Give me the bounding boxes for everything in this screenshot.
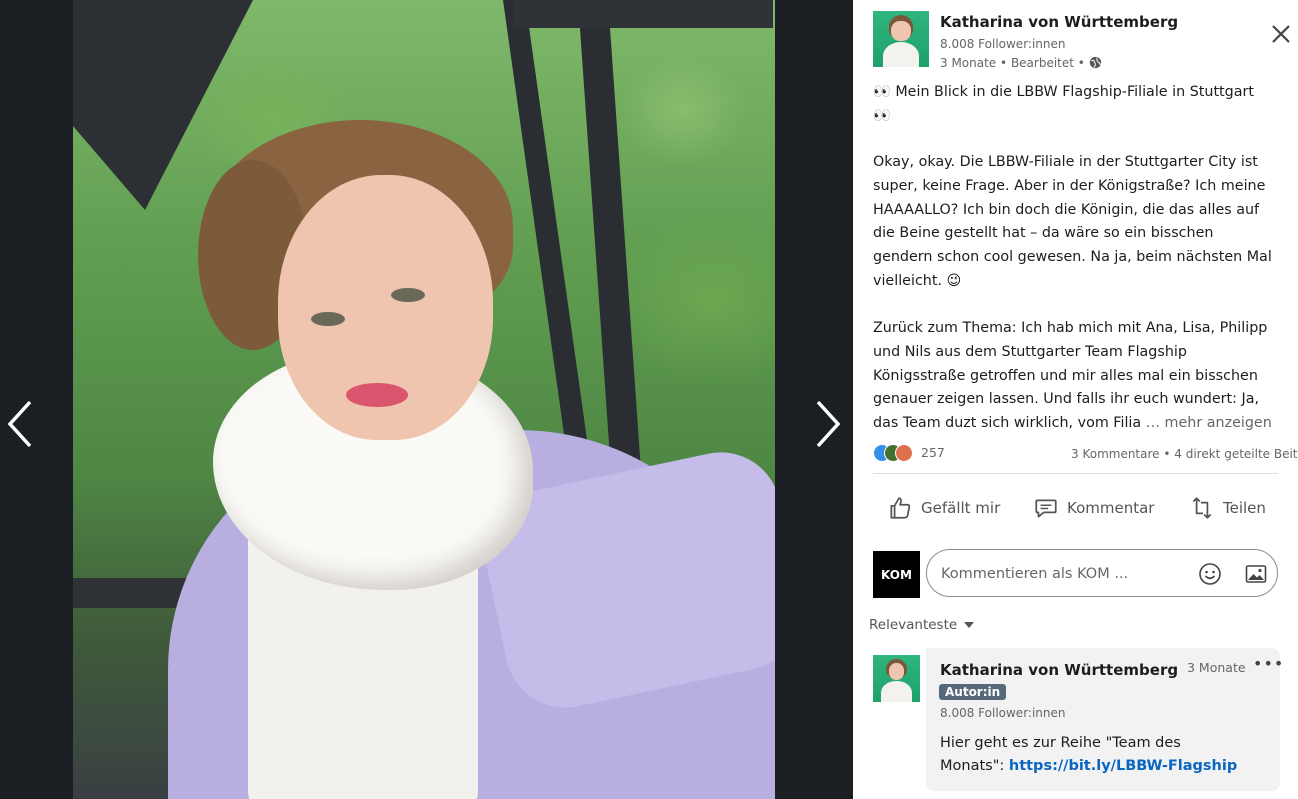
edited-label: Bearbeitet <box>1010 56 1074 70</box>
author-followers: 8.008 Follower:innen <box>940 37 1066 51</box>
comment-icon <box>1035 499 1057 518</box>
image-icon[interactable] <box>1244 562 1268 586</box>
comment-options-button[interactable]: ••• <box>1253 654 1284 673</box>
caret-down-icon <box>964 622 975 628</box>
previous-button[interactable] <box>6 396 34 452</box>
comment-author-name[interactable]: Katharina von Württemberg <box>940 661 1178 679</box>
author-name[interactable]: Katharina von Württemberg <box>940 13 1178 31</box>
comment-card: Katharina von Württemberg Autor:in 8.008… <box>926 648 1283 791</box>
comment-input[interactable] <box>939 562 1183 586</box>
sort-dropdown[interactable]: Relevanteste <box>869 617 975 633</box>
reaction-count: 257 <box>921 445 945 460</box>
eye <box>391 288 425 302</box>
post-title-line: 👀 Mein Blick in die LBBW Flagship-Filial… <box>873 84 1254 124</box>
commenter-avatar: KOM <box>873 551 920 598</box>
engagement-counts: 3 Kommentare • 4 direkt geteilte Beiträg… <box>1071 447 1298 461</box>
post-paragraph-2: Zurück zum Thema: Ich hab mich mit Ana, … <box>873 317 1273 436</box>
comment-author-followers: 8.008 Follower:innen <box>940 706 1066 720</box>
globe-icon <box>1089 56 1101 69</box>
chevron-left-icon <box>7 400 32 448</box>
comment-box[interactable] <box>926 549 1278 597</box>
share-button[interactable]: Teilen <box>1189 490 1266 526</box>
thumbs-up-icon <box>890 497 911 519</box>
next-button[interactable] <box>814 396 842 452</box>
comment-text: Hier geht es zur Reihe "Team des Monats"… <box>940 735 1238 774</box>
shares-count[interactable]: 4 direkt geteilte Beiträge <box>1174 447 1298 461</box>
chevron-right-icon <box>816 400 841 448</box>
post-panel: Katharina von Württemberg 8.008 Follower… <box>853 0 1298 799</box>
divider <box>873 473 1278 474</box>
like-button[interactable]: Gefällt mir <box>887 490 1000 526</box>
comment-time: 3 Monate <box>1187 660 1246 675</box>
close-button[interactable] <box>1269 22 1293 46</box>
post-paragraph-1: Okay, okay. Die LBBW-Filiale in der Stut… <box>873 154 1272 289</box>
close-icon <box>1272 25 1290 43</box>
post-time: 3 Monate <box>940 56 997 70</box>
lips <box>346 383 408 407</box>
comment-author-avatar[interactable] <box>873 655 920 702</box>
emoji-icon[interactable] <box>1198 562 1222 586</box>
comment-button[interactable]: Kommentar <box>1033 490 1154 526</box>
author-badge: Autor:in <box>939 684 1007 700</box>
window-frame <box>513 0 773 28</box>
eye <box>311 312 345 326</box>
comment-link[interactable]: https://bit.ly/LBBW-Flagship <box>1009 758 1237 774</box>
post-photo <box>73 0 775 799</box>
love-reaction-icon <box>895 444 913 462</box>
show-more-link[interactable]: … mehr anzeigen <box>1146 415 1272 431</box>
post-meta: 3 Monate • Bearbeitet • <box>940 56 1102 70</box>
repost-icon <box>1192 497 1212 519</box>
image-viewer <box>0 0 853 799</box>
author-avatar[interactable] <box>873 11 929 67</box>
comments-count[interactable]: 3 Kommentare <box>1071 447 1160 461</box>
